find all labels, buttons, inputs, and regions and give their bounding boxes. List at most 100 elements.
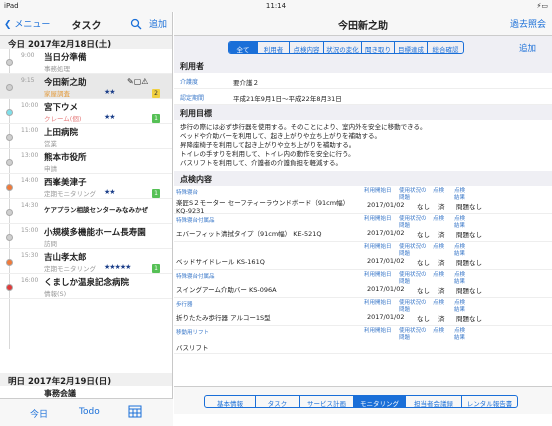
add-record-button[interactable]: 追加 bbox=[519, 42, 536, 54]
detail-tab[interactable]: タスク bbox=[255, 396, 299, 407]
task-navbar: ❮ メニュー タスク 追加 bbox=[0, 12, 172, 36]
usage-issue: なし bbox=[417, 259, 430, 267]
equipment-row[interactable]: ベッドサイドレール KS-161Q 利用開始日 使用状況の問題 点検 点検結果 2017/… bbox=[174, 242, 552, 270]
care-level-value: 要介護２ bbox=[233, 79, 259, 87]
task-item[interactable]: 11:00 上田病院 営業 bbox=[0, 124, 172, 149]
task-category: 訪問 bbox=[44, 240, 57, 248]
header-result: 点検結果 bbox=[454, 328, 466, 341]
certification-period-row: 認定期間 平成21年9月1日〜平成22年8月31日 bbox=[174, 89, 552, 105]
check-result: 問題なし bbox=[456, 231, 482, 239]
task-item[interactable]: 9:00 当日分準備事務処理 bbox=[0, 49, 172, 74]
check-status: 済 bbox=[438, 231, 445, 239]
usage-issue: なし bbox=[417, 231, 430, 239]
start-date: 2017/01/02 bbox=[367, 257, 405, 265]
priority-stars: ★★ bbox=[104, 88, 116, 96]
task-item[interactable]: 15:30 吉山孝太郎 定期モニタリング ★★★★★ 1 bbox=[0, 249, 172, 274]
past-lookup-button[interactable]: 過去照会 bbox=[510, 17, 546, 30]
header-result: 点検結果 bbox=[454, 244, 466, 257]
header-start-date: 利用開始日 bbox=[364, 216, 392, 222]
section-user: 利用者 bbox=[174, 58, 552, 73]
task-item[interactable]: 9:15 今田新之助 家屋調査 ★★ 2 ✎▢⚠ bbox=[0, 74, 172, 99]
header-start-date: 利用開始日 bbox=[364, 328, 392, 334]
detail-tab[interactable]: レンタル報告書 bbox=[461, 396, 517, 407]
task-name: 小規模多機能ホーム長寿園 bbox=[44, 228, 146, 238]
header-usage-issue: 使用状況の問題 bbox=[399, 328, 427, 341]
header-usage-issue: 使用状況の問題 bbox=[399, 216, 427, 229]
task-item[interactable]: 13:00 熊本市役所 申請 bbox=[0, 149, 172, 174]
task-time: 15:30 bbox=[21, 252, 39, 259]
task-item[interactable]: 16:00 くましか温泉記念病院 情報(S) bbox=[0, 274, 172, 299]
task-time: 9:00 bbox=[21, 52, 35, 59]
status-dot bbox=[6, 209, 13, 216]
check-result: 問題なし bbox=[456, 315, 482, 323]
count-badge: 2 bbox=[152, 89, 160, 98]
check-status: 済 bbox=[438, 315, 445, 323]
detail-tab[interactable]: 担当者会議録 bbox=[405, 396, 461, 407]
task-item[interactable]: 15:00 小規模多機能ホーム長寿園 訪問 bbox=[0, 224, 172, 249]
task-title: タスク bbox=[71, 21, 102, 32]
equipment-list: 特殊寝台楽匠S２モーター セーフティーラウンドボード（91cm幅） KQ-923… bbox=[174, 186, 552, 354]
add-task-button[interactable]: 追加 bbox=[149, 17, 167, 30]
equipment-row[interactable]: 特殊寝台付属品 エバーフィット清拭タイプ（91cm幅） KE-521Q 利用開始日 使… bbox=[174, 214, 552, 242]
task-name: 当日分準備 bbox=[44, 53, 87, 63]
equipment-category: 特殊寝台付属品 bbox=[176, 218, 215, 224]
task-item[interactable]: 14:30 ケアプラン相談センターみなみかぜ bbox=[0, 199, 172, 224]
task-category: 家屋調査 bbox=[44, 90, 70, 98]
task-name: 今田新之助 bbox=[44, 78, 87, 88]
calendar-icon[interactable] bbox=[128, 404, 142, 421]
detail-tab[interactable]: 基本情報 bbox=[205, 396, 255, 407]
equipment-row[interactable]: 歩行器 折りたたみ歩行器 アルコー1S型 利用開始日 使用状況の問題 点検 点検結果 201… bbox=[174, 298, 552, 326]
equipment-name: バスリフト bbox=[176, 344, 209, 352]
status-dot bbox=[6, 234, 13, 241]
task-category: 情報(S) bbox=[44, 290, 67, 298]
equipment-name: 楽匠S２モーター セーフティーラウンドボード（91cm幅） KQ-9231 bbox=[176, 199, 350, 215]
header-usage-issue: 使用状況の問題 bbox=[399, 300, 427, 313]
status-dot bbox=[6, 109, 13, 116]
check-result: 問題なし bbox=[456, 287, 482, 295]
task-name: 宮下ウメ bbox=[44, 103, 79, 113]
equipment-row[interactable]: 特殊寝台付属品 スイングアーム介助バー KS-096A 利用開始日 使用状況の問題 点検… bbox=[174, 270, 552, 298]
start-date: 2017/01/02 bbox=[367, 285, 405, 293]
count-badge: 1 bbox=[152, 114, 160, 123]
filter-tab[interactable]: 目標達成 bbox=[394, 42, 427, 53]
header-result: 点検結果 bbox=[454, 272, 466, 285]
filter-tab[interactable]: 聞き取り bbox=[361, 42, 394, 53]
equipment-row[interactable]: 移動用リフト バスリフト 利用開始日 使用状況の問題 点検 点検結果 bbox=[174, 326, 552, 354]
task-item[interactable]: 10:00 宮下ウメ クレーム(個) ★★ 1 bbox=[0, 99, 172, 124]
detail-tabbar: 基本情報 タスク サービス計画 モニタリング 担当者会議録 レンタル報告書 bbox=[174, 386, 552, 414]
status-bar: iPad 11:14 ⚡▭ bbox=[0, 0, 552, 12]
priority-stars: ★★★★★ bbox=[104, 263, 131, 271]
battery-icon: ⚡▭ bbox=[536, 2, 548, 10]
task-name: 吉山孝太郎 bbox=[44, 253, 87, 263]
task-category: 事務処理 bbox=[44, 65, 70, 73]
detail-tab[interactable]: モニタリング bbox=[353, 396, 405, 407]
priority-stars: ★★ bbox=[104, 113, 116, 121]
tab-todo[interactable]: Todo bbox=[79, 407, 100, 417]
equipment-name: スイングアーム介助バー KS-096A bbox=[176, 286, 277, 294]
equipment-row[interactable]: 特殊寝台楽匠S２モーター セーフティーラウンドボード（91cm幅） KQ-923… bbox=[174, 186, 552, 215]
search-icon[interactable] bbox=[130, 15, 142, 30]
goal-line: 歩行の際には必ず歩行器を使用する。そのことにより、室内外を安全に移動できる。 bbox=[180, 123, 427, 131]
task-time: 14:00 bbox=[21, 177, 39, 184]
task-category: 定期モニタリング bbox=[44, 265, 96, 273]
filter-tab[interactable]: 状況の変化 bbox=[323, 42, 361, 53]
status-dot bbox=[6, 59, 13, 66]
period-label: 認定期間 bbox=[180, 95, 205, 102]
detail-tab[interactable]: サービス計画 bbox=[299, 396, 353, 407]
filter-tab[interactable]: 利用者 bbox=[257, 42, 289, 53]
header-result: 点検結果 bbox=[454, 300, 466, 313]
goal-line: バスリフトを利用して、介護者の介護負担を軽減する。 bbox=[180, 159, 342, 167]
task-name: くましか温泉記念病院 bbox=[44, 278, 130, 288]
task-item[interactable]: 14:00 西峯美津子 定期モニタリング ★★ 1 bbox=[0, 174, 172, 199]
header-start-date: 利用開始日 bbox=[364, 272, 392, 278]
equipment-category: 特殊寝台 bbox=[176, 190, 199, 196]
check-status: 済 bbox=[438, 259, 445, 267]
filter-tab[interactable]: 全て bbox=[229, 42, 257, 53]
task-name: 上田病院 bbox=[44, 128, 79, 138]
filter-tab[interactable]: 点検内容 bbox=[289, 42, 323, 53]
filter-tab[interactable]: 総合確認 bbox=[427, 42, 463, 53]
check-status: 済 bbox=[438, 287, 445, 295]
task-time: 14:30 bbox=[21, 202, 39, 209]
status-dot bbox=[6, 134, 13, 141]
start-date: 2017/01/02 bbox=[367, 229, 405, 237]
